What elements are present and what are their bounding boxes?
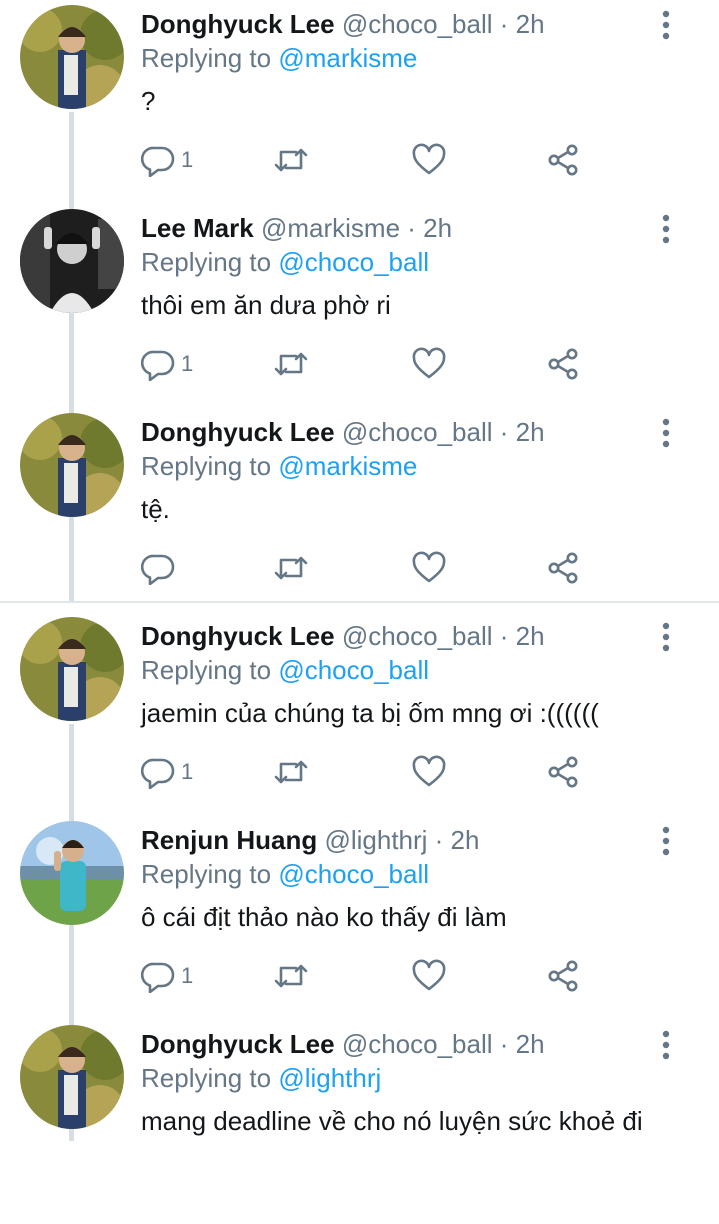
timestamp[interactable]: 2h bbox=[516, 621, 545, 651]
replying-label: Replying to bbox=[141, 1063, 272, 1093]
handle[interactable]: @markisme bbox=[261, 213, 400, 243]
avatar[interactable] bbox=[20, 617, 124, 721]
tweet[interactable]: Donghyuck Lee @choco_ball · 2h Replying … bbox=[0, 612, 719, 816]
tweet-text: ô cái địt thảo nào ko thấy đi làm bbox=[141, 902, 507, 932]
more-options-icon[interactable] bbox=[656, 826, 676, 856]
timestamp[interactable]: 2h bbox=[516, 417, 545, 447]
like-button[interactable] bbox=[411, 344, 447, 384]
timestamp[interactable]: 2h bbox=[516, 1029, 545, 1059]
share-icon bbox=[548, 552, 578, 584]
like-button[interactable] bbox=[411, 548, 447, 588]
tweet-text: ? bbox=[141, 86, 156, 116]
tweet[interactable]: Donghyuck Lee @choco_ball · 2h Replying … bbox=[0, 1020, 719, 1224]
like-button[interactable] bbox=[411, 752, 447, 792]
avatar[interactable] bbox=[20, 5, 124, 109]
reply-icon bbox=[141, 962, 175, 993]
tweet-text: tệ. bbox=[141, 494, 170, 524]
display-name[interactable]: Lee Mark bbox=[141, 213, 254, 243]
mention-link[interactable]: @choco_ball bbox=[278, 859, 429, 889]
reply-count: 1 bbox=[181, 759, 194, 784]
display-name[interactable]: Donghyuck Lee bbox=[141, 621, 335, 651]
avatar[interactable] bbox=[20, 1025, 124, 1129]
reply-icon bbox=[141, 554, 175, 585]
retweet-icon bbox=[274, 148, 308, 172]
reply-count: 1 bbox=[181, 963, 194, 988]
more-options-icon[interactable] bbox=[656, 418, 676, 448]
reply-count: 1 bbox=[181, 147, 194, 172]
avatar[interactable] bbox=[20, 209, 124, 313]
tweet[interactable]: Donghyuck Lee @choco_ball · 2h Replying … bbox=[0, 0, 719, 204]
reply-count: 1 bbox=[181, 351, 194, 376]
replying-label: Replying to bbox=[141, 43, 272, 73]
retweet-icon bbox=[274, 760, 308, 784]
reply-button[interactable]: 1 bbox=[141, 140, 193, 180]
mention-link[interactable]: @choco_ball bbox=[278, 247, 429, 277]
reply-icon bbox=[141, 350, 175, 381]
more-options-icon[interactable] bbox=[656, 1030, 676, 1060]
replying-label: Replying to bbox=[141, 451, 272, 481]
retweet-icon bbox=[274, 556, 308, 580]
tweet[interactable]: Donghyuck Lee @choco_ball · 2h Replying … bbox=[0, 408, 719, 612]
retweet-icon bbox=[274, 352, 308, 376]
share-icon bbox=[548, 960, 578, 992]
replying-label: Replying to bbox=[141, 859, 272, 889]
timestamp[interactable]: 2h bbox=[423, 213, 452, 243]
timestamp[interactable]: 2h bbox=[516, 9, 545, 39]
tweet-text: thôi em ăn dưa phờ ri bbox=[141, 290, 391, 320]
avatar[interactable] bbox=[20, 821, 124, 925]
display-name[interactable]: Donghyuck Lee bbox=[141, 9, 335, 39]
handle[interactable]: @lighthrj bbox=[324, 825, 427, 855]
heart-icon bbox=[412, 143, 446, 175]
handle[interactable]: @choco_ball bbox=[342, 9, 493, 39]
tweet[interactable]: Renjun Huang @lighthrj · 2h Replying to … bbox=[0, 816, 719, 1020]
reply-button[interactable]: 1 bbox=[141, 956, 193, 996]
mention-link[interactable]: @markisme bbox=[278, 451, 417, 481]
reply-button[interactable]: 1 bbox=[141, 752, 193, 792]
heart-icon bbox=[412, 551, 446, 583]
handle[interactable]: @choco_ball bbox=[342, 1029, 493, 1059]
like-button[interactable] bbox=[411, 140, 447, 180]
handle[interactable]: @choco_ball bbox=[342, 621, 493, 651]
retweet-button[interactable] bbox=[273, 344, 309, 384]
share-button[interactable] bbox=[546, 344, 580, 384]
share-icon bbox=[548, 144, 578, 176]
share-icon bbox=[548, 348, 578, 380]
handle[interactable]: @choco_ball bbox=[342, 417, 493, 447]
replying-label: Replying to bbox=[141, 655, 272, 685]
display-name[interactable]: Donghyuck Lee bbox=[141, 1029, 335, 1059]
share-button[interactable] bbox=[546, 548, 580, 588]
reply-icon bbox=[141, 758, 175, 789]
like-button[interactable] bbox=[411, 956, 447, 996]
tweet[interactable]: Lee Mark @markisme · 2h Replying to @cho… bbox=[0, 204, 719, 408]
retweet-button[interactable] bbox=[273, 752, 309, 792]
reply-icon bbox=[141, 146, 175, 177]
reply-button[interactable] bbox=[141, 548, 181, 588]
replying-label: Replying to bbox=[141, 247, 272, 277]
retweet-icon bbox=[274, 964, 308, 988]
reply-button[interactable]: 1 bbox=[141, 344, 193, 384]
mention-link[interactable]: @choco_ball bbox=[278, 655, 429, 685]
share-button[interactable] bbox=[546, 752, 580, 792]
more-options-icon[interactable] bbox=[656, 214, 676, 244]
share-button[interactable] bbox=[546, 956, 580, 996]
tweet-text: jaemin của chúng ta bị ốm mng ơi :(((((( bbox=[141, 698, 599, 728]
display-name[interactable]: Donghyuck Lee bbox=[141, 417, 335, 447]
heart-icon bbox=[412, 959, 446, 991]
retweet-button[interactable] bbox=[273, 140, 309, 180]
retweet-button[interactable] bbox=[273, 548, 309, 588]
heart-icon bbox=[412, 347, 446, 379]
retweet-button[interactable] bbox=[273, 956, 309, 996]
share-button[interactable] bbox=[546, 140, 580, 180]
timestamp[interactable]: 2h bbox=[451, 825, 480, 855]
tweet-text: mang deadline về cho nó luyện sức khoẻ đ… bbox=[141, 1106, 643, 1136]
mention-link[interactable]: @lighthrj bbox=[278, 1063, 381, 1093]
more-options-icon[interactable] bbox=[656, 622, 676, 652]
avatar[interactable] bbox=[20, 413, 124, 517]
mention-link[interactable]: @markisme bbox=[278, 43, 417, 73]
more-options-icon[interactable] bbox=[656, 10, 676, 40]
display-name[interactable]: Renjun Huang bbox=[141, 825, 317, 855]
heart-icon bbox=[412, 755, 446, 787]
share-icon bbox=[548, 756, 578, 788]
